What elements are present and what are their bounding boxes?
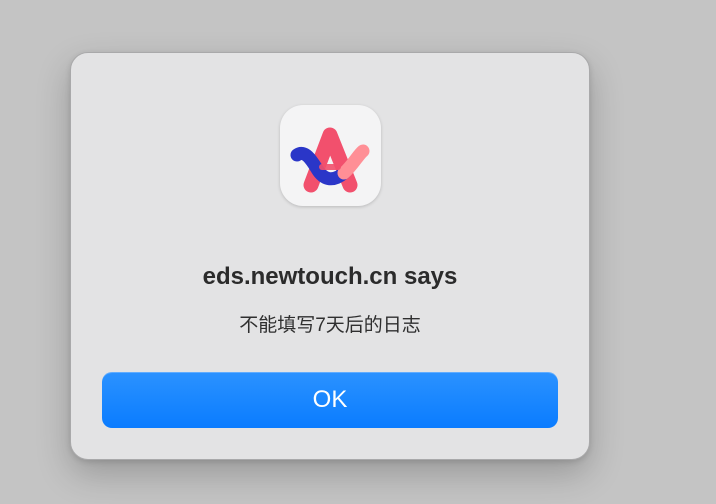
alert-dialog: eds.newtouch.cn says 不能填写7天后的日志 OK [70,52,590,460]
alert-title: eds.newtouch.cn says [202,263,458,290]
alert-message: 不能填写7天后的日志 [239,315,421,336]
arc-browser-icon [280,105,381,206]
arc-logo-graphic [290,127,370,193]
ok-button[interactable]: OK [102,372,558,428]
